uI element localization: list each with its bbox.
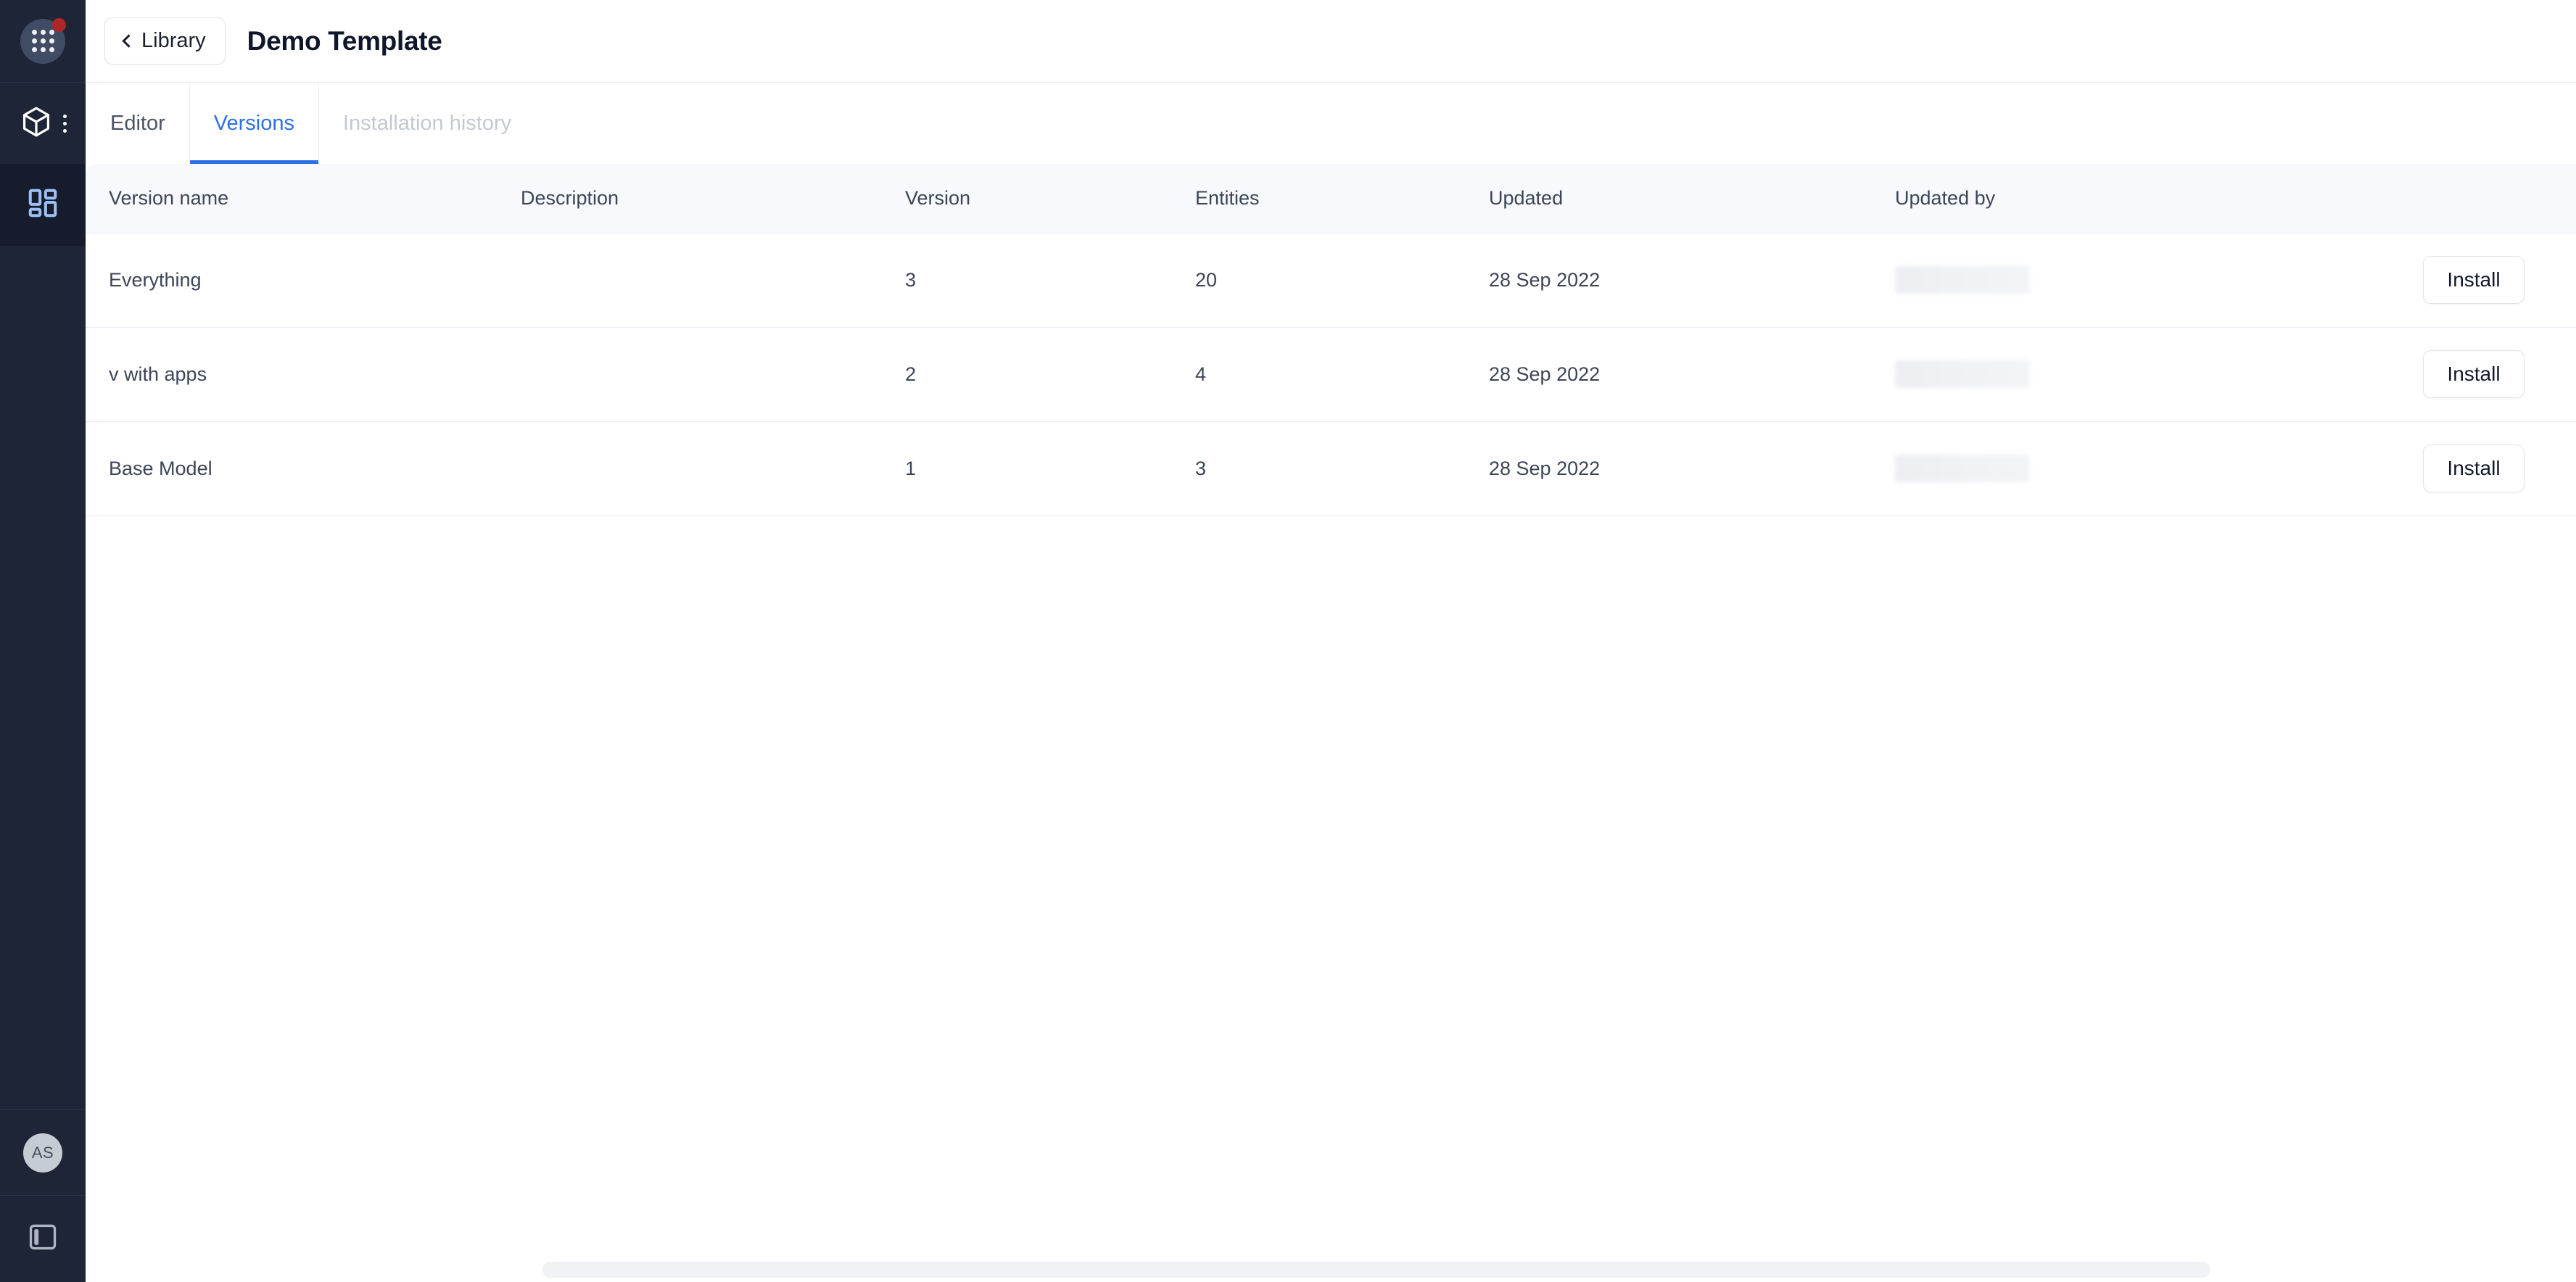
sidebar-account-section: AS — [0, 1109, 86, 1195]
cell-row-menu — [2555, 233, 2576, 327]
page-header: Library Demo Template — [86, 0, 2576, 82]
redacted-user-name — [1895, 360, 2030, 388]
install-button[interactable]: Install — [2423, 256, 2525, 304]
cell-version-name: Base Model — [86, 421, 521, 516]
install-button[interactable]: Install — [2423, 444, 2525, 492]
cell-description — [521, 233, 905, 327]
table-header-row: Version name Description Version Entitie… — [86, 164, 2576, 233]
table-header: Version name Description Version Entitie… — [86, 164, 2576, 233]
sidebar-item-apps[interactable] — [0, 164, 86, 246]
cube-icon — [19, 104, 54, 143]
chevron-left-icon — [122, 34, 135, 47]
cell-updated: 28 Sep 2022 — [1489, 421, 1895, 516]
table-body: Everything 3 20 28 Sep 2022 Install — [86, 233, 2576, 516]
sidebar-item-models[interactable] — [0, 82, 86, 164]
column-header-version-name[interactable]: Version name — [86, 164, 521, 233]
redacted-user-name — [1895, 266, 2030, 294]
cell-entities: 20 — [1195, 233, 1489, 327]
sidebar-panel-toggle[interactable] — [0, 1195, 86, 1282]
table-row[interactable]: Base Model 1 3 28 Sep 2022 Install — [86, 421, 2576, 516]
tab-versions-label: Versions — [214, 112, 294, 136]
column-header-actions — [2337, 164, 2555, 233]
cell-version: 3 — [905, 233, 1195, 327]
dashboard-grid-icon — [26, 186, 59, 223]
cell-version-name: v with apps — [86, 327, 521, 421]
cell-row-menu — [2555, 421, 2576, 516]
sidebar-apps-section — [0, 0, 86, 82]
cell-install-action: Install — [2337, 233, 2555, 327]
cell-install-action: Install — [2337, 421, 2555, 516]
tab-bar: Editor Versions Installation history — [86, 82, 2576, 164]
sidebar-kebab-menu-icon[interactable] — [63, 115, 67, 133]
cell-updated-by — [1895, 233, 2337, 327]
cell-description — [521, 421, 905, 516]
column-header-menu — [2555, 164, 2576, 233]
tab-installation-history-label: Installation history — [343, 112, 511, 136]
column-header-entities[interactable]: Entities — [1195, 164, 1489, 233]
column-header-version[interactable]: Version — [905, 164, 1195, 233]
left-sidebar: AS — [0, 0, 86, 1282]
cell-updated-by — [1895, 327, 2337, 421]
cell-updated: 28 Sep 2022 — [1489, 327, 1895, 421]
table-row[interactable]: Everything 3 20 28 Sep 2022 Install — [86, 233, 2576, 327]
tab-installation-history[interactable]: Installation history — [319, 83, 535, 164]
table-row[interactable]: v with apps 2 4 28 Sep 2022 Install — [86, 327, 2576, 421]
app-root: AS Library Demo Template Editor — [0, 0, 2576, 1282]
versions-table-container: Version name Description Version Entitie… — [86, 164, 2576, 1282]
versions-table: Version name Description Version Entitie… — [86, 164, 2576, 516]
cell-entities: 4 — [1195, 327, 1489, 421]
panel-toggle-icon — [27, 1221, 59, 1257]
tab-editor-label: Editor — [110, 112, 165, 136]
horizontal-scrollbar-track[interactable] — [86, 1257, 2576, 1282]
redacted-user-name — [1895, 455, 2030, 482]
avatar[interactable]: AS — [23, 1133, 62, 1173]
apps-grid-icon — [32, 30, 54, 52]
column-header-description[interactable]: Description — [521, 164, 905, 233]
horizontal-scrollbar-thumb[interactable] — [542, 1262, 2210, 1278]
cell-updated: 28 Sep 2022 — [1489, 233, 1895, 327]
main-content: Library Demo Template Editor Versions In… — [86, 0, 2576, 1282]
cell-version: 1 — [905, 421, 1195, 516]
cell-description — [521, 327, 905, 421]
cell-row-menu — [2555, 327, 2576, 421]
cell-version: 2 — [905, 327, 1195, 421]
cell-install-action: Install — [2337, 327, 2555, 421]
column-header-updated-by[interactable]: Updated by — [1895, 164, 2337, 233]
column-header-updated[interactable]: Updated — [1489, 164, 1895, 233]
install-button[interactable]: Install — [2423, 350, 2525, 398]
notification-dot — [52, 18, 66, 32]
tab-editor[interactable]: Editor — [86, 83, 190, 164]
cell-entities: 3 — [1195, 421, 1489, 516]
back-to-library-button[interactable]: Library — [104, 17, 226, 65]
cell-version-name: Everything — [86, 233, 521, 327]
back-button-label: Library — [141, 29, 206, 53]
tab-versions[interactable]: Versions — [190, 83, 319, 164]
apps-grid-launcher-button[interactable] — [20, 19, 65, 64]
page-title: Demo Template — [247, 26, 442, 57]
cell-updated-by — [1895, 421, 2337, 516]
